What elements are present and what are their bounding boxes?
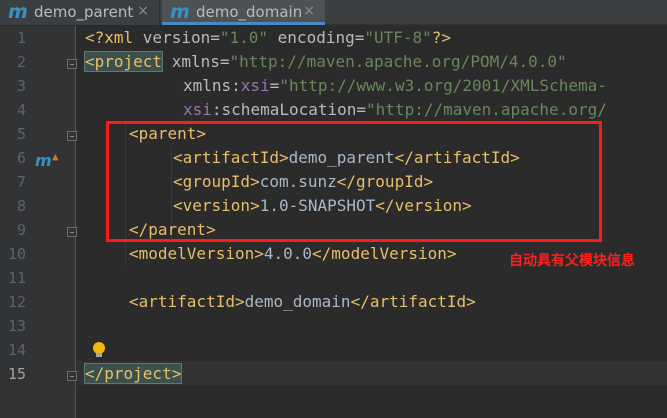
line-number: 4 bbox=[16, 101, 26, 119]
tag-text: demo_domain bbox=[244, 292, 351, 311]
line-number: 10 bbox=[7, 245, 26, 263]
line-number: 2 bbox=[16, 53, 26, 71]
project-open-tag: <project bbox=[83, 51, 164, 72]
annotation-note: 自动具有父模块信息 bbox=[509, 253, 635, 269]
attr-name: version= bbox=[142, 28, 220, 47]
close-icon[interactable]: × bbox=[303, 3, 315, 19]
attr-value: "UTF-8" bbox=[364, 28, 432, 47]
tag-close: </modelVersion> bbox=[312, 244, 457, 263]
code-line-2: <project xmlns="http://maven.apache.org/… bbox=[83, 50, 567, 74]
editor-tab-bar: m demo_parent × m demo_domain × bbox=[0, 0, 667, 25]
attr-name: xmlns= bbox=[162, 52, 230, 71]
line-number: 6 bbox=[16, 149, 26, 167]
attr-value: "http://maven.apache.org/ bbox=[366, 100, 607, 119]
code-line-15: </project> bbox=[83, 362, 183, 386]
attr-value: "http://maven.apache.org/POM/4.0.0" bbox=[229, 52, 567, 71]
line-number: 12 bbox=[7, 293, 26, 311]
attr-value: "1.0" bbox=[219, 28, 269, 47]
tab-demo-domain[interactable]: m demo_domain × bbox=[162, 0, 325, 25]
code-line-1: <?xml version="1.0" encoding="UTF-8"?> bbox=[85, 26, 451, 50]
fold-marker-icon[interactable] bbox=[67, 227, 77, 237]
line-number: 3 bbox=[16, 77, 26, 95]
go-to-parent-icon[interactable]: ▲ bbox=[52, 150, 59, 163]
line-number: 13 bbox=[7, 317, 26, 335]
attr-name: encoding= bbox=[268, 28, 365, 47]
attr-value: "http://www.w3.org/2001/XMLSchema- bbox=[279, 76, 607, 95]
tab-label: demo_domain bbox=[196, 3, 303, 21]
code-line-10: <modelVersion>4.0.0</modelVersion> bbox=[129, 242, 457, 266]
code-line-12: <artifactId>demo_domain</artifactId> bbox=[129, 290, 476, 314]
fold-marker-icon[interactable] bbox=[67, 59, 77, 69]
tag-close: </artifactId> bbox=[350, 292, 476, 311]
tag-open: <artifactId> bbox=[129, 292, 245, 311]
project-close-tag: </project> bbox=[83, 363, 183, 384]
line-number-gutter: 1 2 3 4 5 6 7 8 9 10 11 12 13 14 15 m ▲ bbox=[0, 26, 77, 418]
maven-m-icon[interactable]: m bbox=[35, 151, 52, 170]
tag-text: 4.0.0 bbox=[263, 244, 313, 263]
xml-declaration: <?xml bbox=[85, 28, 143, 47]
line-number: 8 bbox=[16, 197, 26, 215]
line-number: 14 bbox=[7, 341, 26, 359]
fold-marker-icon[interactable] bbox=[67, 131, 77, 141]
code-line-4: xsi:schemaLocation="http://maven.apache.… bbox=[183, 98, 607, 122]
code-line-3: xmlns:xsi="http://www.w3.org/2001/XMLSch… bbox=[183, 74, 607, 98]
line-number: 9 bbox=[16, 221, 26, 239]
attr-name: :schemaLocation= bbox=[211, 100, 367, 119]
line-number: 7 bbox=[16, 173, 26, 191]
line-number: 11 bbox=[7, 269, 26, 287]
namespace: xsi bbox=[240, 76, 270, 95]
fold-marker-icon[interactable] bbox=[67, 371, 77, 381]
maven-m-icon: m bbox=[170, 1, 190, 23]
close-icon[interactable]: × bbox=[137, 3, 149, 19]
xml-declaration-end: ?> bbox=[431, 28, 452, 47]
lightbulb-icon[interactable] bbox=[93, 342, 105, 358]
attr-equals: = bbox=[269, 76, 280, 95]
line-number: 5 bbox=[16, 125, 26, 143]
tab-demo-parent[interactable]: m demo_parent × bbox=[0, 0, 160, 25]
line-number: 1 bbox=[16, 29, 26, 47]
attr-name: xmlns: bbox=[183, 76, 241, 95]
tab-label: demo_parent bbox=[34, 3, 134, 21]
line-number: 15 bbox=[7, 365, 26, 383]
annotation-box bbox=[106, 121, 602, 242]
maven-m-icon: m bbox=[8, 1, 28, 23]
namespace: xsi bbox=[183, 100, 212, 119]
tag-open: <modelVersion> bbox=[129, 244, 264, 263]
